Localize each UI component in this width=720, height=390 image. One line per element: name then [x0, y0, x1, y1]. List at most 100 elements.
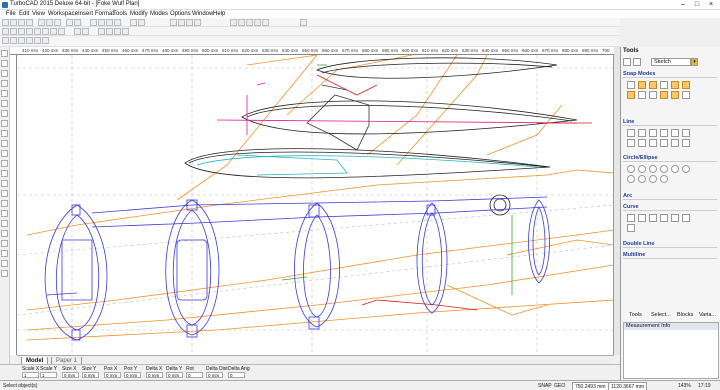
text-icon[interactable] — [58, 28, 65, 35]
curve-bezier-icon[interactable] — [638, 214, 646, 222]
snap-nearest-icon[interactable] — [649, 81, 657, 89]
section-arc[interactable]: Arc — [623, 193, 717, 200]
layer-tool-icon[interactable] — [1, 210, 8, 217]
section-double-line[interactable]: Double Line — [623, 241, 717, 248]
circle-3point-icon[interactable] — [649, 165, 657, 173]
move-tool-icon[interactable] — [1, 140, 8, 147]
snap-tool-icon[interactable] — [1, 230, 8, 237]
close-button[interactable]: × — [704, 0, 718, 10]
snap-center-icon[interactable] — [254, 19, 261, 26]
menu-workspace[interactable]: Workspace — [48, 10, 78, 18]
menu-edit[interactable]: Edit — [19, 10, 29, 18]
snap-toggle[interactable]: SNAP — [538, 382, 552, 390]
snap-vertex-icon[interactable] — [238, 19, 245, 26]
zoom-extents-icon[interactable] — [114, 19, 121, 26]
scale-icon[interactable] — [114, 28, 121, 35]
line-angle-icon[interactable] — [627, 139, 635, 147]
zoom-window-icon[interactable] — [106, 19, 113, 26]
print-icon[interactable] — [26, 19, 33, 26]
hatch-icon[interactable] — [74, 28, 81, 35]
circle-center-icon[interactable] — [627, 165, 635, 173]
line-freehand-icon[interactable] — [682, 139, 690, 147]
fillet-tool-icon[interactable] — [1, 190, 8, 197]
section-circle-ellipse[interactable]: Circle/Ellipse — [623, 155, 717, 162]
rotate-tool-icon[interactable] — [1, 160, 8, 167]
snap-vertex-icon[interactable] — [638, 81, 646, 89]
inspector-input[interactable]: 0 mm — [206, 372, 223, 378]
snap-intersection-icon[interactable] — [627, 91, 635, 99]
settings-tool-icon[interactable] — [1, 270, 8, 277]
rotate-icon[interactable] — [106, 28, 113, 35]
mirror-tool-icon[interactable] — [1, 170, 8, 177]
copy-tool-icon[interactable] — [1, 150, 8, 157]
line-parallel-icon[interactable] — [671, 129, 679, 137]
layer-icon[interactable] — [130, 19, 137, 26]
section-snap-modes[interactable]: Snap Modes — [623, 71, 717, 78]
tab-tools[interactable]: Tools — [629, 312, 642, 318]
hatch-tool-icon[interactable] — [1, 120, 8, 127]
circle-tangent-icon[interactable] — [660, 165, 668, 173]
menu-modify[interactable]: Modify — [130, 10, 148, 18]
shaded-icon[interactable] — [194, 19, 201, 26]
curve-helix-icon[interactable] — [671, 214, 679, 222]
tab-variables[interactable]: Varia... — [699, 312, 716, 318]
render-tool-icon[interactable] — [1, 260, 8, 267]
chevron-down-icon[interactable]: ▾ — [691, 58, 698, 66]
curve-tool-icon[interactable] — [1, 90, 8, 97]
snap-middle-icon[interactable] — [660, 81, 668, 89]
menu-window[interactable]: Window — [192, 10, 213, 18]
trim-tool-icon[interactable] — [1, 180, 8, 187]
line-multi-icon[interactable] — [638, 129, 646, 137]
open-icon[interactable] — [10, 19, 17, 26]
inspector-input[interactable]: 0 mm — [146, 372, 163, 378]
snap-center-icon[interactable] — [671, 81, 679, 89]
tab-selection[interactable]: Select... — [651, 312, 671, 318]
mode-select[interactable]: Sketch — [651, 58, 691, 66]
move-icon[interactable] — [98, 28, 105, 35]
zoom-tool-icon[interactable] — [1, 240, 8, 247]
pointer-mode-icon[interactable] — [623, 58, 631, 66]
arc-tool-icon[interactable] — [1, 80, 8, 87]
render-icon[interactable] — [170, 19, 177, 26]
line-polygon-icon[interactable] — [660, 139, 668, 147]
save-icon[interactable] — [18, 19, 25, 26]
menu-format[interactable]: Format — [95, 10, 114, 18]
snap-align-icon[interactable] — [682, 91, 690, 99]
maximize-button[interactable]: □ — [690, 0, 704, 10]
block-tool-icon[interactable] — [1, 220, 8, 227]
inspector-input[interactable]: 0 — [186, 372, 203, 378]
menu-modes[interactable]: Modes — [150, 10, 168, 18]
mirror-icon[interactable] — [122, 28, 129, 35]
line-polyline-icon[interactable] — [649, 129, 657, 137]
tab-blocks[interactable]: Blocks — [677, 312, 693, 318]
line-irregular-icon[interactable] — [671, 139, 679, 147]
drawing-canvas[interactable] — [17, 55, 614, 355]
offset-icon[interactable] — [34, 37, 41, 44]
circle-tool-icon[interactable] — [1, 70, 8, 77]
rectangle-icon[interactable] — [26, 28, 33, 35]
line-tangent-icon[interactable] — [682, 129, 690, 137]
snap-grid-icon[interactable] — [671, 91, 679, 99]
line-icon[interactable] — [10, 28, 17, 35]
trim-icon[interactable] — [2, 37, 9, 44]
section-line[interactable]: Line — [623, 119, 717, 126]
inspector-input[interactable]: 1 — [40, 372, 57, 378]
snap-grid-icon[interactable] — [230, 19, 237, 26]
menu-help[interactable]: Help — [213, 10, 225, 18]
polyline-icon[interactable] — [18, 28, 25, 35]
section-multiline[interactable]: Multiline — [623, 252, 717, 259]
cut-icon[interactable] — [38, 19, 45, 26]
dimension-tool-icon[interactable] — [1, 130, 8, 137]
redo-icon[interactable] — [74, 19, 81, 26]
circle-icon[interactable] — [34, 28, 41, 35]
circle-2point-icon[interactable] — [638, 165, 646, 173]
curve-arc-icon[interactable] — [627, 224, 635, 232]
menu-tools[interactable]: Tools — [113, 10, 127, 18]
line-rectangle-icon[interactable] — [649, 139, 657, 147]
view-3d-icon[interactable] — [178, 19, 185, 26]
circle-tangent-3-icon[interactable] — [638, 175, 646, 183]
circle-concentric-icon[interactable] — [682, 165, 690, 173]
undo-icon[interactable] — [66, 19, 73, 26]
snap-mode-icon[interactable] — [633, 58, 641, 66]
new-icon[interactable] — [2, 19, 9, 26]
